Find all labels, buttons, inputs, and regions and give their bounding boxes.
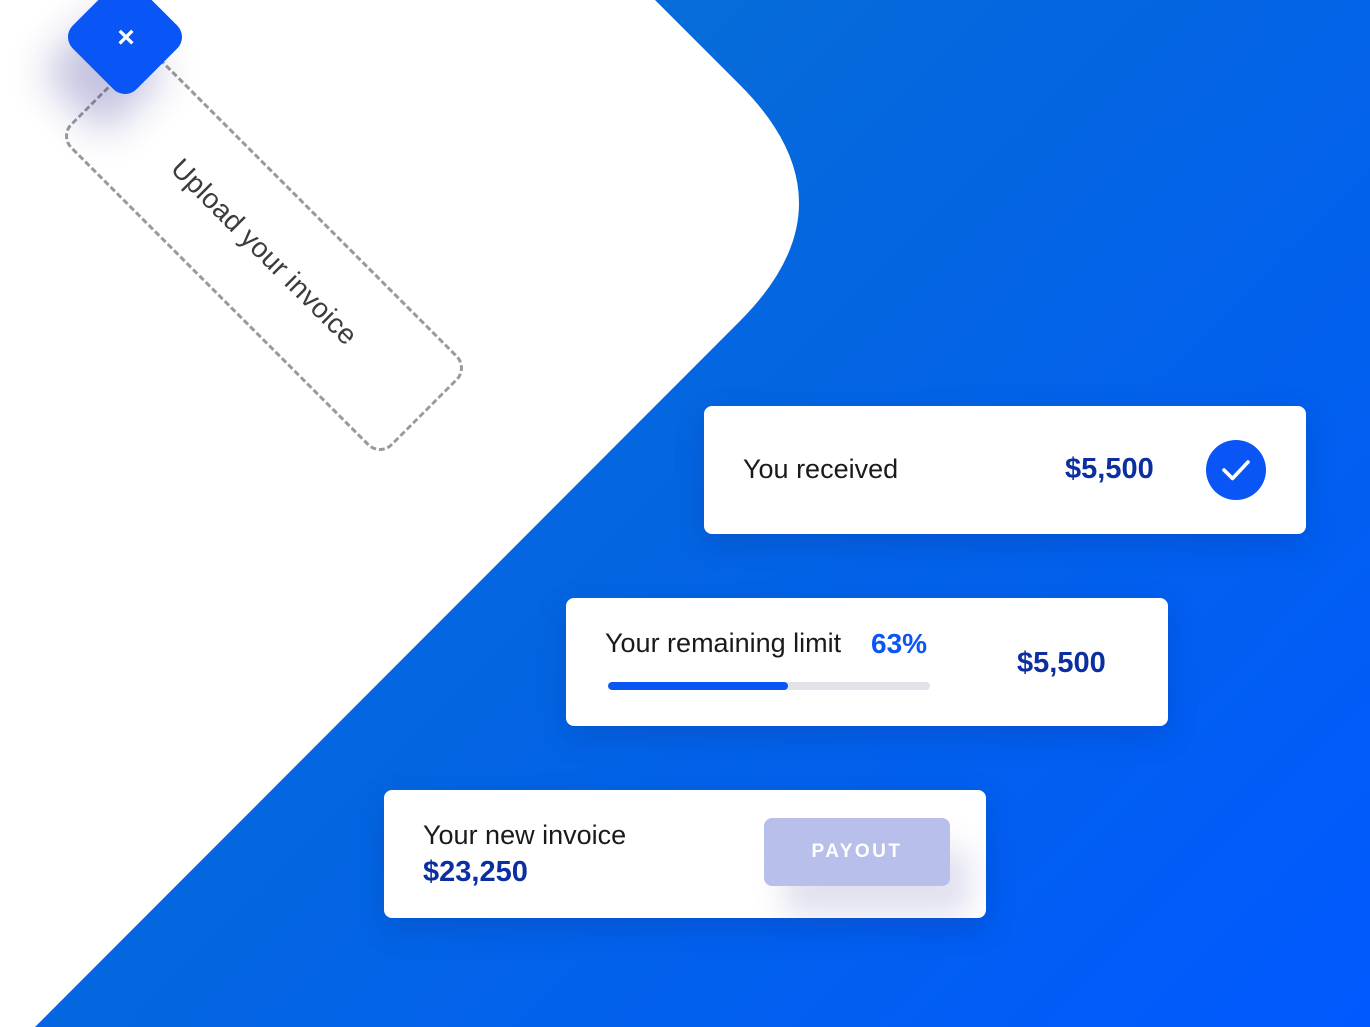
remaining-limit-progress-bar <box>608 682 930 690</box>
new-invoice-label: Your new invoice <box>423 820 627 850</box>
remaining-limit-card: Your remaining limit 63% $5,500 <box>566 598 1168 726</box>
remaining-limit-progress-fill <box>608 682 789 690</box>
remaining-limit-percent: 63% <box>871 628 928 659</box>
received-label: You received <box>743 454 899 484</box>
received-card: You received $5,500 <box>704 406 1306 534</box>
payout-button[interactable]: PAYOUT <box>764 818 950 886</box>
close-icon[interactable]: × <box>113 23 139 53</box>
checkmark-icon <box>1206 440 1266 500</box>
new-invoice-amount: $23,250 <box>423 856 528 888</box>
remaining-limit-label: Your remaining limit <box>605 628 842 658</box>
remaining-limit-amount: $5,500 <box>1017 647 1106 679</box>
received-amount: $5,500 <box>1065 453 1154 485</box>
new-invoice-card: Your new invoice $23,250 PAYOUT <box>384 790 986 918</box>
